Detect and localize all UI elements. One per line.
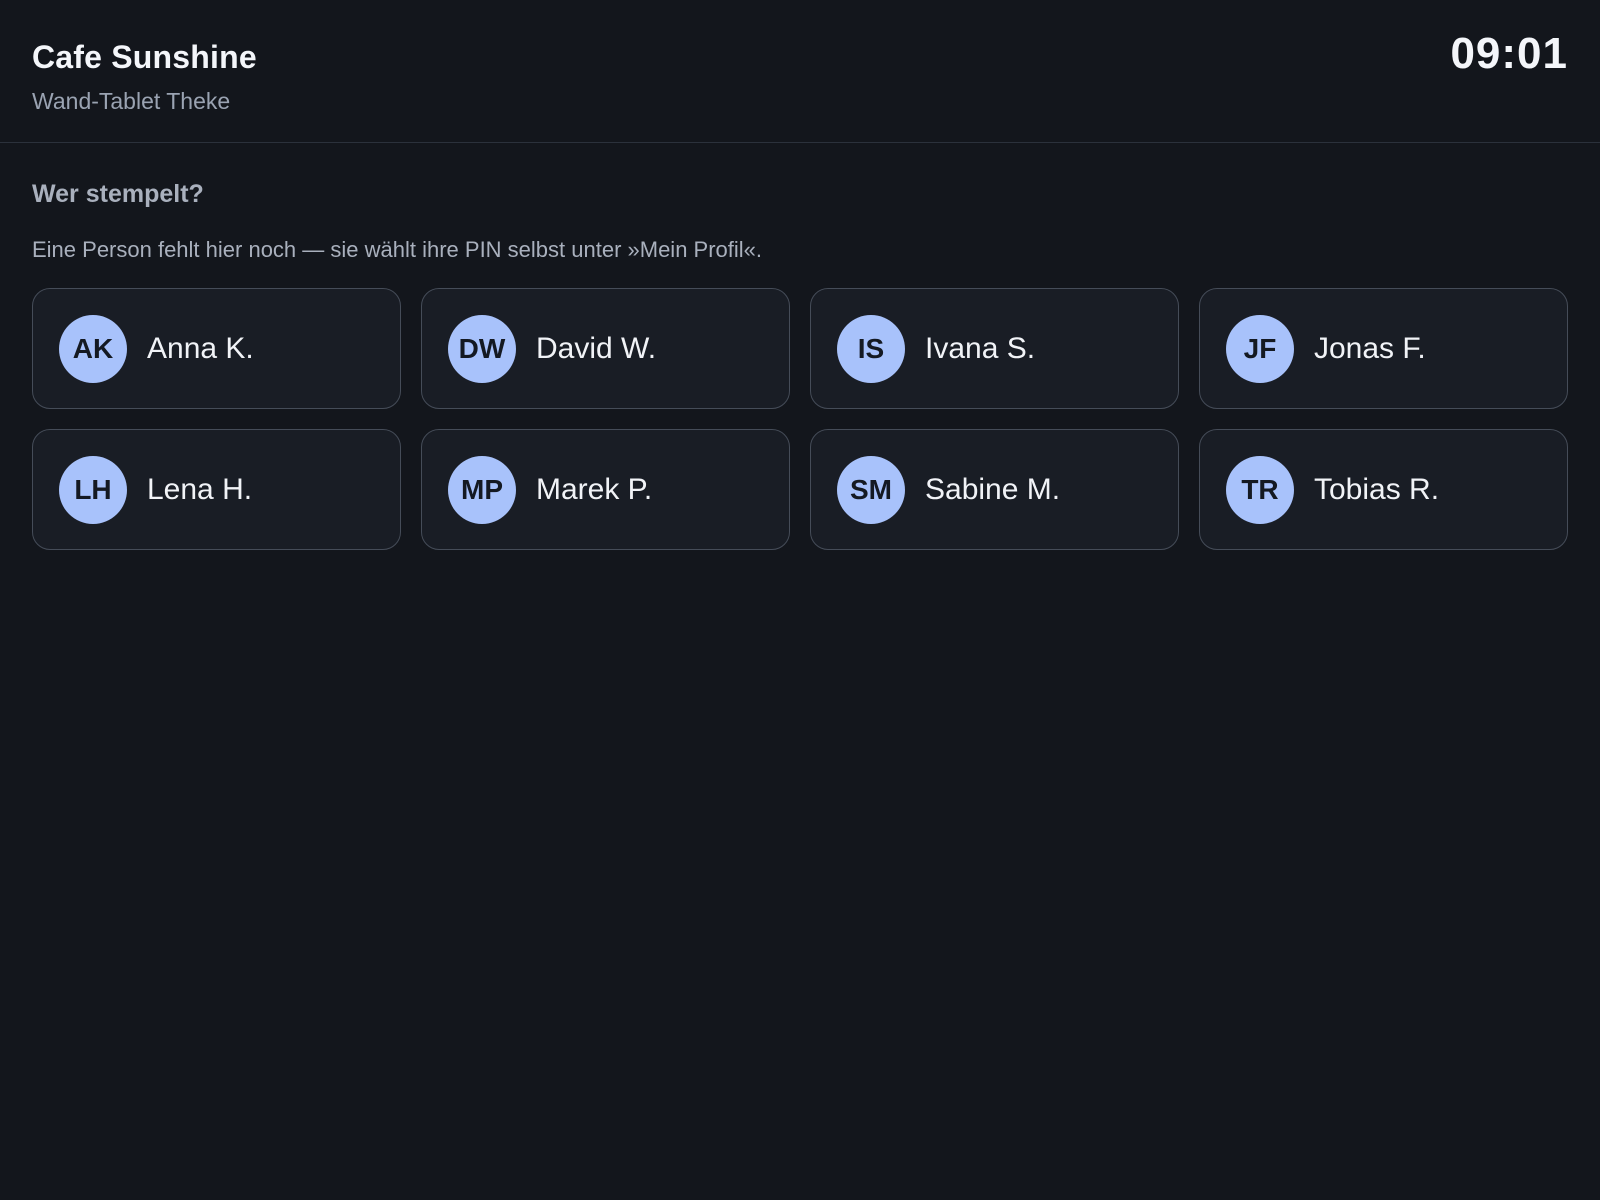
employee-card-lena-h[interactable]: LH Lena H. xyxy=(32,429,401,550)
employee-card-anna-k[interactable]: AK Anna K. xyxy=(32,288,401,409)
employee-card-marek-p[interactable]: MP Marek P. xyxy=(421,429,790,550)
avatar: DW xyxy=(448,314,516,383)
avatar: IS xyxy=(837,314,905,383)
employee-name: Tobias R. xyxy=(1314,472,1440,506)
avatar: TR xyxy=(1226,455,1294,524)
hint-text: Eine Person fehlt hier noch — sie wählt … xyxy=(32,237,763,262)
device-name: Wand-Tablet Theke xyxy=(32,88,231,114)
employee-card-david-w[interactable]: DW David W. xyxy=(421,288,790,409)
app-header: Cafe Sunshine Wand-Tablet Theke 09:01 xyxy=(0,0,1600,143)
employee-card-tobias-r[interactable]: TR Tobias R. xyxy=(1199,429,1568,550)
employee-card-sabine-m[interactable]: SM Sabine M. xyxy=(810,429,1179,550)
page-title: Wer stempelt? xyxy=(32,180,204,208)
employee-name: Anna K. xyxy=(147,331,254,365)
employee-card-ivana-s[interactable]: IS Ivana S. xyxy=(810,288,1179,409)
avatar: JF xyxy=(1226,314,1294,383)
cafe-name: Cafe Sunshine xyxy=(32,39,257,75)
employee-name: Sabine M. xyxy=(925,472,1061,506)
employee-card-jonas-f[interactable]: JF Jonas F. xyxy=(1199,288,1568,409)
employee-grid: AK Anna K. DW David W. IS Ivana S. JF Jo… xyxy=(32,288,1568,550)
avatar: LH xyxy=(59,455,127,524)
clock: 09:01 xyxy=(1450,29,1568,78)
avatar: AK xyxy=(59,314,127,383)
avatar: MP xyxy=(448,455,516,524)
employee-name: Lena H. xyxy=(147,472,253,506)
employee-name: David W. xyxy=(536,331,657,365)
employee-name: Marek P. xyxy=(536,472,653,506)
employee-name: Ivana S. xyxy=(925,331,1036,365)
avatar: SM xyxy=(837,455,905,524)
employee-name: Jonas F. xyxy=(1314,331,1426,365)
